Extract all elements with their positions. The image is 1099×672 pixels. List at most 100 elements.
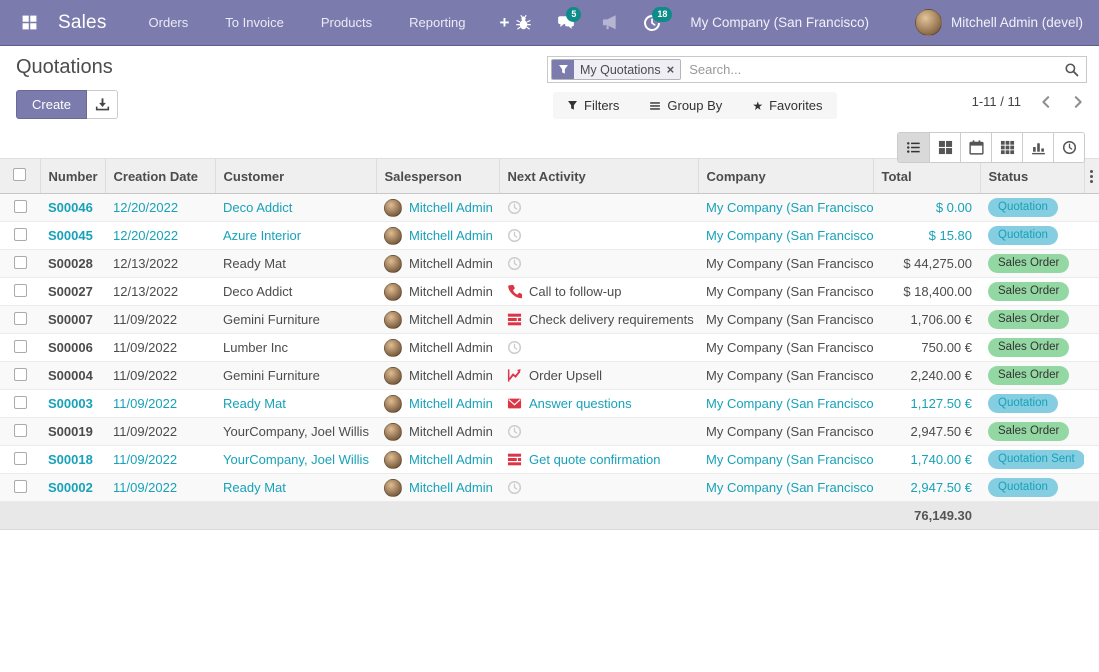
company-link[interactable]: My Company (San Francisco) (706, 200, 873, 215)
tasks-activity-icon[interactable] (507, 312, 522, 327)
row-checkbox[interactable] (14, 312, 27, 325)
table-row[interactable]: S00019 11/09/2022 YourCompany, Joel Will… (0, 418, 1099, 446)
company-switcher[interactable]: My Company (San Francisco) (690, 15, 869, 30)
view-calendar-icon[interactable] (960, 133, 991, 162)
activities-icon[interactable]: 18 (642, 13, 662, 33)
customer-link[interactable]: Deco Addict (223, 284, 292, 299)
quotation-number[interactable]: S00004 (48, 368, 93, 383)
pager-next-icon[interactable] (1071, 95, 1085, 109)
row-checkbox[interactable] (14, 368, 27, 381)
bug-icon[interactable] (513, 13, 533, 33)
quotation-number[interactable]: S00045 (48, 228, 93, 243)
table-row[interactable]: S00007 11/09/2022 Gemini Furniture Mitch… (0, 306, 1099, 334)
pager-previous-icon[interactable] (1039, 95, 1053, 109)
menu-products[interactable]: Products (321, 15, 372, 30)
quotation-number[interactable]: S00007 (48, 312, 93, 327)
salesperson-link[interactable]: Mitchell Admin (409, 424, 493, 439)
envelope-activity-icon[interactable] (507, 396, 522, 411)
customer-link[interactable]: Lumber Inc (223, 340, 288, 355)
row-checkbox[interactable] (14, 396, 27, 409)
salesperson-link[interactable]: Mitchell Admin (409, 256, 493, 271)
customer-link[interactable]: Ready Mat (223, 256, 286, 271)
salesperson-link[interactable]: Mitchell Admin (409, 340, 493, 355)
pager-range[interactable]: 1-11 / 11 (972, 94, 1021, 109)
salesperson-link[interactable]: Mitchell Admin (409, 284, 493, 299)
header-number[interactable]: Number (40, 159, 105, 194)
customer-link[interactable]: Gemini Furniture (223, 368, 320, 383)
row-checkbox[interactable] (14, 452, 27, 465)
view-graph-icon[interactable] (1022, 133, 1053, 162)
apps-menu-icon[interactable] (16, 10, 42, 36)
header-next-activity[interactable]: Next Activity (499, 159, 698, 194)
quotation-number[interactable]: S00028 (48, 256, 93, 271)
view-list-icon[interactable] (898, 133, 929, 162)
chart-activity-icon[interactable] (507, 368, 522, 383)
salesperson-link[interactable]: Mitchell Admin (409, 312, 493, 327)
view-activity-icon[interactable] (1053, 133, 1084, 162)
company-link[interactable]: My Company (San Francisco) (706, 312, 873, 327)
company-link[interactable]: My Company (San Francisco) (706, 256, 873, 271)
clock-empty-activity-icon[interactable] (507, 256, 522, 271)
row-checkbox[interactable] (14, 256, 27, 269)
group-by-button[interactable]: Group By (649, 98, 722, 113)
row-checkbox[interactable] (14, 340, 27, 353)
quotation-number[interactable]: S00002 (48, 480, 93, 495)
clock-empty-activity-icon[interactable] (507, 480, 522, 495)
company-link[interactable]: My Company (San Francisco) (706, 480, 873, 495)
table-row[interactable]: S00045 12/20/2022 Azure Interior Mitchel… (0, 222, 1099, 250)
customer-link[interactable]: Gemini Furniture (223, 312, 320, 327)
menu-reporting[interactable]: Reporting (409, 15, 465, 30)
quotation-number[interactable]: S00027 (48, 284, 93, 299)
table-row[interactable]: S00027 12/13/2022 Deco Addict Mitchell A… (0, 278, 1099, 306)
export-button[interactable] (87, 90, 118, 119)
quotation-number[interactable]: S00019 (48, 424, 93, 439)
clock-empty-activity-icon[interactable] (507, 340, 522, 355)
header-company[interactable]: Company (698, 159, 873, 194)
select-all-checkbox[interactable] (0, 159, 40, 194)
megaphone-icon[interactable] (599, 13, 619, 33)
customer-link[interactable]: Ready Mat (223, 396, 286, 411)
clock-empty-activity-icon[interactable] (507, 424, 522, 439)
quotation-number[interactable]: S00018 (48, 452, 93, 467)
salesperson-link[interactable]: Mitchell Admin (409, 452, 493, 467)
company-link[interactable]: My Company (San Francisco) (706, 396, 873, 411)
company-link[interactable]: My Company (San Francisco) (706, 368, 873, 383)
search-input[interactable] (681, 62, 1056, 77)
app-name[interactable]: Sales (58, 12, 107, 34)
header-creation-date[interactable]: Creation Date (105, 159, 215, 194)
company-link[interactable]: My Company (San Francisco) (706, 340, 873, 355)
table-row[interactable]: S00003 11/09/2022 Ready Mat Mitchell Adm… (0, 390, 1099, 418)
quotation-number[interactable]: S00003 (48, 396, 93, 411)
user-menu[interactable]: Mitchell Admin (devel) (915, 9, 1083, 36)
phone-activity-icon[interactable] (507, 284, 522, 299)
menu-orders[interactable]: Orders (149, 15, 189, 30)
salesperson-link[interactable]: Mitchell Admin (409, 368, 493, 383)
customer-link[interactable]: YourCompany, Joel Willis (223, 424, 369, 439)
customer-link[interactable]: Azure Interior (223, 228, 301, 243)
messages-icon[interactable]: 5 (556, 13, 576, 33)
facet-remove-icon[interactable]: × (667, 62, 675, 77)
clock-empty-activity-icon[interactable] (507, 228, 522, 243)
optional-columns-icon[interactable] (1084, 159, 1099, 194)
row-checkbox[interactable] (14, 228, 27, 241)
clock-empty-activity-icon[interactable] (507, 200, 522, 215)
row-checkbox[interactable] (14, 200, 27, 213)
customer-link[interactable]: YourCompany, Joel Willis (223, 452, 369, 467)
favorites-button[interactable]: ★Favorites (752, 98, 822, 113)
row-checkbox[interactable] (14, 480, 27, 493)
table-row[interactable]: S00018 11/09/2022 YourCompany, Joel Will… (0, 446, 1099, 474)
salesperson-link[interactable]: Mitchell Admin (409, 200, 493, 215)
row-checkbox[interactable] (14, 284, 27, 297)
search-icon[interactable] (1056, 62, 1086, 77)
salesperson-link[interactable]: Mitchell Admin (409, 396, 493, 411)
view-pivot-icon[interactable] (991, 133, 1022, 162)
header-total[interactable]: Total (873, 159, 980, 194)
header-customer[interactable]: Customer (215, 159, 376, 194)
customer-link[interactable]: Ready Mat (223, 480, 286, 495)
more-menu-icon[interactable]: + (500, 13, 510, 33)
company-link[interactable]: My Company (San Francisco) (706, 228, 873, 243)
table-row[interactable]: S00006 11/09/2022 Lumber Inc Mitchell Ad… (0, 334, 1099, 362)
customer-link[interactable]: Deco Addict (223, 200, 292, 215)
row-checkbox[interactable] (14, 424, 27, 437)
company-link[interactable]: My Company (San Francisco) (706, 452, 873, 467)
